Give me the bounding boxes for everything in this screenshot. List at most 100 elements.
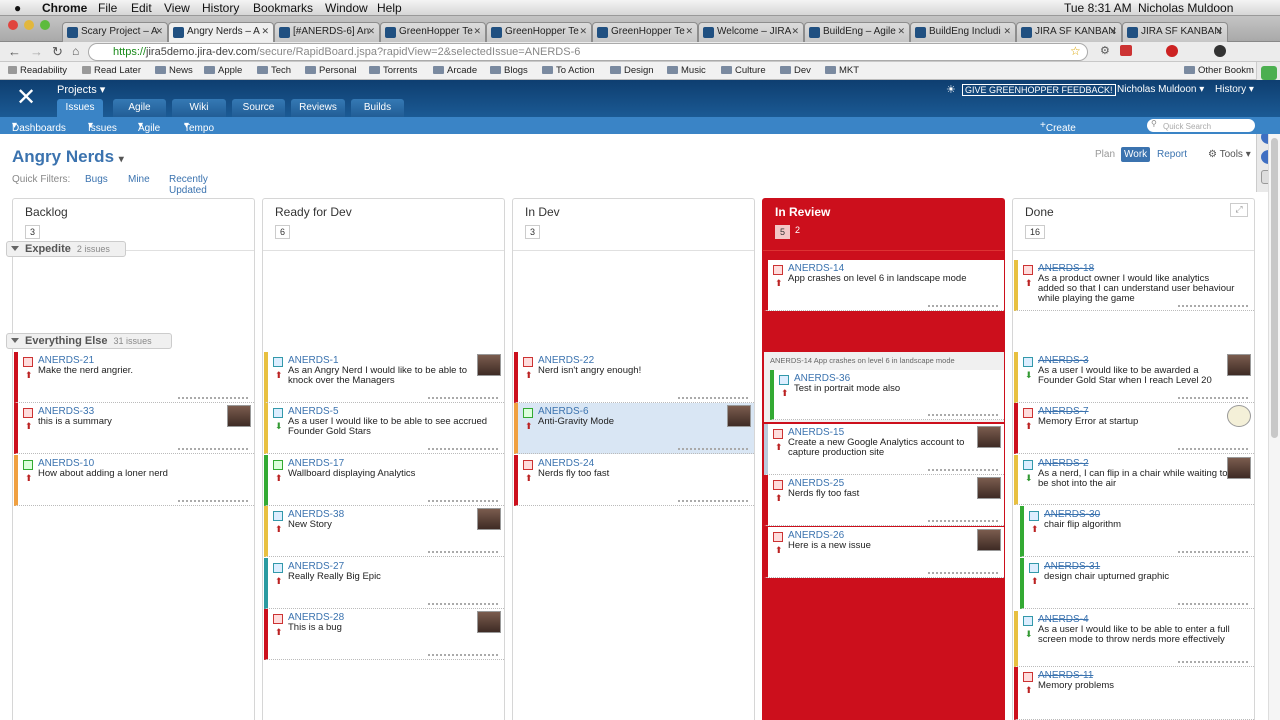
projects-menu[interactable]: Projects ▾ bbox=[57, 83, 105, 96]
quick-filter-mine[interactable]: Mine bbox=[128, 174, 150, 185]
issue-card[interactable]: ⬆ ANERDS-33 this is a summary bbox=[14, 403, 254, 454]
issue-card[interactable]: ⬇ ANERDS-5 As a user I would like to be ab… bbox=[264, 403, 504, 454]
browser-tab[interactable]: Scary Project – A ✕ bbox=[62, 22, 168, 42]
tab-agile[interactable]: Agile bbox=[113, 99, 166, 117]
browser-tab[interactable]: GreenHopper Te ✕ bbox=[380, 22, 486, 42]
browser-tab-active[interactable]: Angry Nerds – A ✕ bbox=[168, 22, 274, 42]
tab-close-icon[interactable]: ✕ bbox=[791, 26, 799, 37]
issue-card[interactable]: ⬆ ANERDS-14 App crashes on level 6 in land… bbox=[764, 260, 1004, 311]
extension-icon[interactable] bbox=[1261, 66, 1277, 80]
other-bookmarks[interactable]: Other Bookm bbox=[1184, 65, 1254, 76]
browser-tab[interactable]: Welcome – JIRA ✕ bbox=[698, 22, 804, 42]
collapse-icon[interactable]: ⤢ bbox=[1230, 203, 1248, 217]
tab-wiki[interactable]: Wiki bbox=[172, 99, 226, 117]
issue-card[interactable]: ⬆ ANERDS-26 Here is a new issue bbox=[764, 527, 1004, 578]
apple-menu-icon[interactable]: ● bbox=[14, 1, 21, 15]
agile-menu[interactable]: Agile ▾ bbox=[138, 120, 160, 134]
issue-card[interactable]: ⬆ ANERDS-22 Nerd isn't angry enough! bbox=[514, 352, 754, 403]
mac-user[interactable]: Nicholas Muldoon bbox=[1138, 1, 1233, 15]
tab-close-icon[interactable]: ✕ bbox=[579, 26, 587, 37]
browser-tab[interactable]: GreenHopper Te ✕ bbox=[486, 22, 592, 42]
issue-card[interactable]: ⬆ ANERDS-31 design chair upturned graphic bbox=[1020, 558, 1254, 609]
quick-filter-bugs[interactable]: Bugs bbox=[85, 174, 108, 185]
wrench-icon[interactable]: ⚙ bbox=[1100, 44, 1110, 57]
chevron-down-icon[interactable]: ▾ bbox=[119, 154, 124, 165]
dashboards-menu[interactable]: Dashboards ▾ bbox=[12, 120, 66, 134]
minimize-window-icon[interactable] bbox=[24, 20, 34, 30]
user-menu[interactable]: Nicholas Muldoon ▾ bbox=[1117, 84, 1204, 95]
issue-card[interactable]: ⬆ ANERDS-11 Memory problems bbox=[1014, 667, 1254, 720]
extension-icon[interactable] bbox=[1166, 45, 1178, 57]
issue-card[interactable]: ⬆ ANERDS-30 chair flip algorithm bbox=[1020, 506, 1254, 557]
issue-card[interactable]: ⬆ ANERDS-7 Memory Error at startup bbox=[1014, 403, 1254, 454]
back-icon[interactable]: ← bbox=[8, 44, 21, 59]
mode-work[interactable]: Work bbox=[1121, 147, 1151, 162]
mode-report[interactable]: Report bbox=[1154, 147, 1190, 162]
bookmark-folder[interactable]: Dev bbox=[780, 65, 811, 76]
menu-bookmarks[interactable]: Bookmarks bbox=[253, 1, 313, 15]
tempo-menu[interactable]: Tempo ▾ bbox=[184, 120, 214, 134]
tab-issues[interactable]: Issues bbox=[57, 99, 103, 117]
tab-close-icon[interactable]: ✕ bbox=[897, 26, 905, 37]
bookmark-folder[interactable]: MKT bbox=[825, 65, 859, 76]
history-menu[interactable]: History ▾ bbox=[1215, 84, 1254, 95]
issue-card[interactable]: ⬆ ANERDS-21 Make the nerd angrier. bbox=[14, 352, 254, 403]
bookmark-folder[interactable]: Culture bbox=[721, 65, 766, 76]
quick-search-input[interactable]: ⚲ Quick Search bbox=[1147, 119, 1255, 132]
browser-tab[interactable]: BuildEng – Agile ✕ bbox=[804, 22, 910, 42]
scrollbar-thumb[interactable] bbox=[1271, 138, 1278, 438]
tab-reviews[interactable]: Reviews bbox=[291, 99, 345, 117]
quick-filter-recent[interactable]: Recently Updated bbox=[169, 174, 208, 196]
reload-icon[interactable]: ↻ bbox=[52, 44, 63, 60]
swimlane-everything-else[interactable]: Everything Else 31 issues bbox=[6, 333, 172, 349]
issue-card[interactable]: ⬆ ANERDS-17 Wallboard displaying Analytics bbox=[264, 455, 504, 506]
bookmark-folder[interactable]: Blogs bbox=[490, 65, 528, 76]
bookmark-folder[interactable]: To Action bbox=[542, 65, 595, 76]
address-bar[interactable]: https://jira5demo.jira-dev.com/secure/Ra… bbox=[88, 43, 1088, 61]
menu-window[interactable]: Window bbox=[325, 1, 368, 15]
tab-close-icon[interactable]: ✕ bbox=[473, 26, 481, 37]
tab-source[interactable]: Source bbox=[232, 99, 285, 117]
issue-card[interactable]: ⬇ ANERDS-4 As a user I would like to be ab… bbox=[1014, 611, 1254, 667]
tab-close-icon[interactable]: ✕ bbox=[261, 26, 269, 37]
tab-close-icon[interactable]: ✕ bbox=[1215, 26, 1223, 37]
tab-close-icon[interactable]: ✕ bbox=[685, 26, 693, 37]
issue-card[interactable]: ⬇ ANERDS-2 As a nerd, I can flip in a chai… bbox=[1014, 455, 1254, 505]
close-window-icon[interactable] bbox=[8, 20, 18, 30]
tab-close-icon[interactable]: ✕ bbox=[1003, 26, 1011, 37]
issue-card[interactable]: ⬆ ANERDS-25 Nerds fly too fast bbox=[764, 475, 1004, 526]
bookmark-folder[interactable]: Torrents bbox=[369, 65, 417, 76]
browser-tab[interactable]: BuildEng Includi ✕ bbox=[910, 22, 1016, 42]
swimlane-expedite[interactable]: Expedite 2 issues bbox=[6, 241, 126, 257]
page-scrollbar[interactable] bbox=[1268, 134, 1280, 720]
menu-edit[interactable]: Edit bbox=[131, 1, 152, 15]
tab-close-icon[interactable]: ✕ bbox=[367, 26, 375, 37]
issue-card[interactable]: ⬆ ANERDS-1 As an Angry Nerd I would like t… bbox=[264, 352, 504, 403]
issue-card[interactable]: ⬆ ANERDS-27 Really Really Big Epic bbox=[264, 558, 504, 609]
issue-card[interactable]: ⬆ ANERDS-24 Nerds fly too fast bbox=[514, 455, 754, 506]
bookmark-folder[interactable]: Design bbox=[610, 65, 654, 76]
menu-app[interactable]: Chrome bbox=[42, 1, 87, 15]
browser-tab[interactable]: [#ANERDS-6] An ✕ bbox=[274, 22, 380, 42]
tab-close-icon[interactable]: ✕ bbox=[1109, 26, 1117, 37]
issue-card[interactable]: ⬆ ANERDS-15 Create a new Google Analytics … bbox=[764, 424, 1004, 475]
browser-tab[interactable]: GreenHopper Te ✕ bbox=[592, 22, 698, 42]
issue-card[interactable]: ⬇ ANERDS-3 As a user I would like to be aw… bbox=[1014, 352, 1254, 403]
zoom-window-icon[interactable] bbox=[40, 20, 50, 30]
bookmark-star-icon[interactable]: ☆ bbox=[1070, 44, 1081, 58]
feedback-link[interactable]: GIVE GREENHOPPER FEEDBACK! bbox=[962, 84, 1116, 96]
issues-menu[interactable]: Issues ▾ bbox=[88, 120, 117, 134]
menu-help[interactable]: Help bbox=[377, 1, 402, 15]
bookmark-folder[interactable]: Apple bbox=[204, 65, 242, 76]
forward-icon[interactable]: → bbox=[30, 44, 43, 59]
issue-card[interactable]: ⬆ ANERDS-10 How about adding a loner nerd bbox=[14, 455, 254, 506]
bookmark-folder[interactable]: Tech bbox=[257, 65, 291, 76]
bookmark[interactable]: Read Later bbox=[82, 65, 141, 76]
bookmark-folder[interactable]: Music bbox=[667, 65, 706, 76]
issue-card[interactable]: ⬆ ANERDS-28 This is a bug bbox=[264, 609, 504, 660]
issue-card[interactable]: ⬆ ANERDS-38 New Story bbox=[264, 506, 504, 557]
mode-plan[interactable]: Plan bbox=[1092, 147, 1118, 162]
menu-file[interactable]: File bbox=[98, 1, 117, 15]
menu-history[interactable]: History bbox=[202, 1, 239, 15]
jira-logo-icon[interactable]: ✕ bbox=[10, 83, 42, 115]
